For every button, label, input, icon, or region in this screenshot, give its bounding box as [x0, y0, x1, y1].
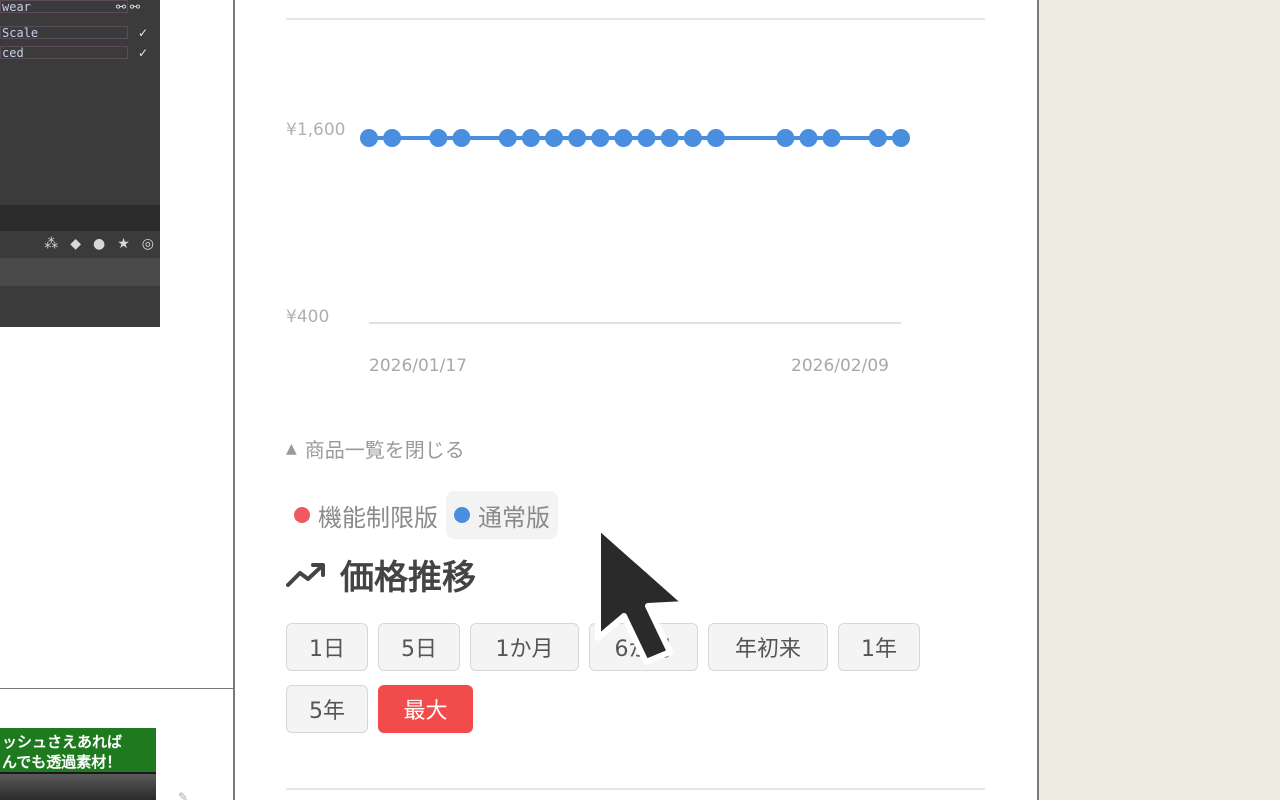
legend-item-standard[interactable]: 通常版 — [446, 491, 558, 539]
data-point[interactable] — [383, 129, 402, 147]
x-axis-label: 2026/01/17 — [369, 356, 467, 376]
triangle-up-icon: ▲ — [286, 440, 297, 457]
data-point[interactable] — [545, 129, 564, 147]
close-product-list-toggle[interactable]: ▲ 商品一覧を閉じる — [286, 434, 465, 463]
blue-dot-icon — [454, 507, 470, 523]
price-chart — [360, 129, 910, 324]
data-point[interactable] — [868, 129, 887, 147]
divider — [286, 788, 985, 790]
red-dot-icon — [294, 507, 310, 523]
range-button-ytd[interactable]: 年初来 — [708, 623, 828, 671]
mouse-cursor-icon — [595, 523, 689, 665]
data-point[interactable] — [822, 129, 841, 147]
data-point[interactable] — [892, 129, 910, 147]
data-point[interactable] — [360, 129, 378, 147]
data-point[interactable] — [498, 129, 517, 147]
y-axis-label: ¥1,600 — [286, 120, 346, 140]
data-point[interactable] — [799, 129, 818, 147]
data-point[interactable] — [614, 129, 633, 147]
range-button-max[interactable]: 最大 — [378, 685, 473, 733]
y-axis-label: ¥400 — [286, 307, 330, 327]
x-axis-label: 2026/02/09 — [791, 356, 889, 376]
trending-up-icon — [286, 562, 325, 587]
toggle-label: 商品一覧を閉じる — [304, 438, 465, 462]
data-point[interactable] — [568, 129, 587, 147]
range-button-5d[interactable]: 5日 — [378, 623, 460, 671]
section-title: 価格推移 — [340, 558, 476, 598]
range-button-1d[interactable]: 1日 — [286, 623, 368, 671]
data-point[interactable] — [660, 129, 679, 147]
data-point[interactable] — [521, 129, 540, 147]
legend-label: 通常版 — [478, 503, 550, 532]
data-point[interactable] — [452, 129, 471, 147]
data-point[interactable] — [706, 129, 725, 147]
range-button-5y[interactable]: 5年 — [286, 685, 368, 733]
data-point[interactable] — [591, 129, 610, 147]
price-history-heading: 価格推移 — [286, 550, 476, 599]
data-point[interactable] — [776, 129, 795, 147]
data-point[interactable] — [683, 129, 702, 147]
range-button-1y[interactable]: 1年 — [838, 623, 920, 671]
data-point[interactable] — [429, 129, 448, 147]
chart-legend: 機能制限版 通常版 — [286, 491, 558, 539]
legend-item-limited[interactable]: 機能制限版 — [286, 491, 446, 539]
data-point[interactable] — [637, 129, 656, 147]
legend-label: 機能制限版 — [318, 503, 438, 532]
range-button-1m[interactable]: 1か月 — [470, 623, 579, 671]
